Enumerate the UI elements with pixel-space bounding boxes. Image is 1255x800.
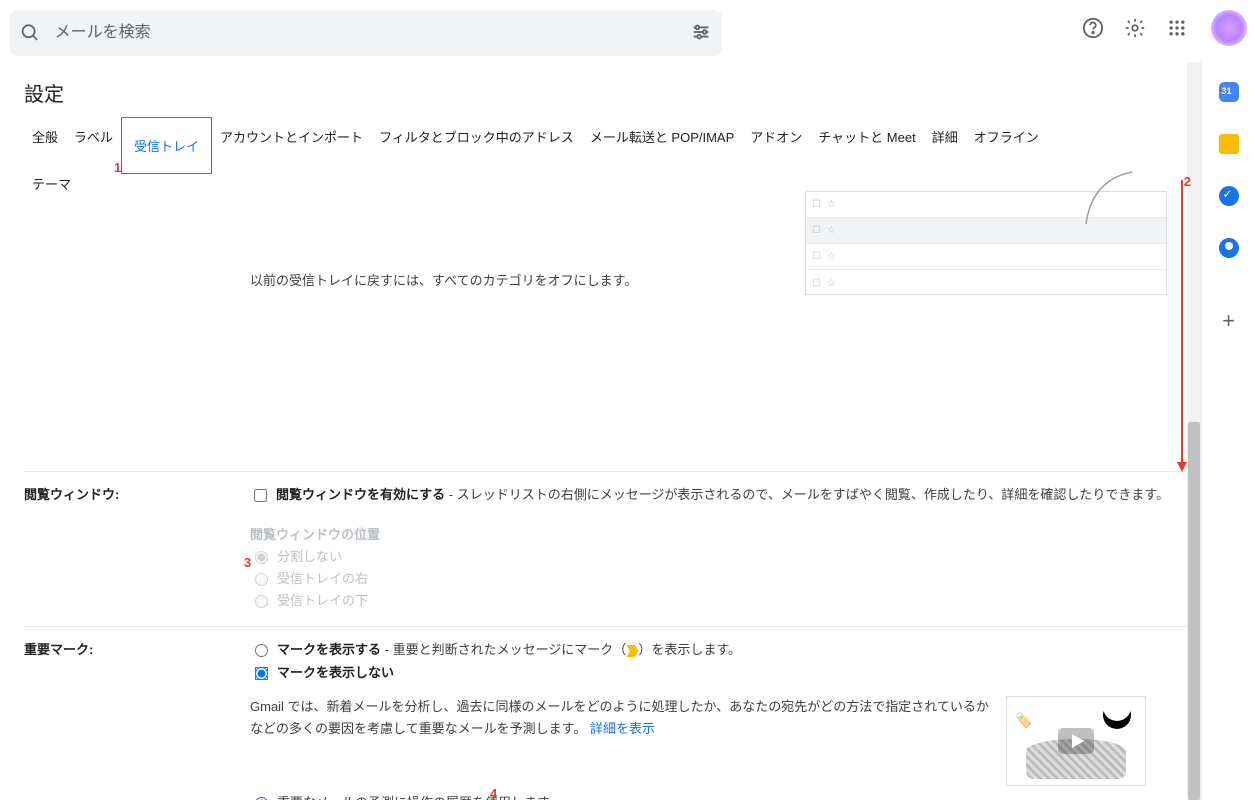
annotation-arrow xyxy=(1181,180,1183,470)
reading-pane-pos-below-label: 受信トレイの下 xyxy=(277,590,368,612)
keep-app-icon[interactable] xyxy=(1219,134,1239,154)
tab-advanced[interactable]: 詳細 xyxy=(924,117,966,174)
tasks-app-icon[interactable] xyxy=(1219,186,1239,206)
importance-label: 重要マーク: xyxy=(24,639,250,800)
show-markers-text: マークを表示する - 重要と判断されたメッセージにマーク（）を表示します。 xyxy=(277,639,741,661)
get-addons-icon[interactable]: + xyxy=(1222,308,1235,334)
scrollbar[interactable] xyxy=(1187,62,1201,800)
page-title: 設定 xyxy=(0,60,1201,117)
reading-pane-pos-none-label: 分割しない xyxy=(277,546,342,568)
tab-general[interactable]: 全般 xyxy=(24,117,66,174)
play-icon xyxy=(1058,728,1094,754)
enable-reading-pane-text: 閲覧ウィンドウを有効にする - スレッドリストの右側にメッセージが表示されるので… xyxy=(276,484,1169,506)
reading-pane-pos-none-radio xyxy=(255,551,268,564)
inbox-illustration: ☐☆ ☐☆ ☐☆ ☐☆ xyxy=(805,191,1167,295)
scrollbar-thumb[interactable] xyxy=(1188,422,1200,800)
apps-icon[interactable] xyxy=(1165,16,1189,40)
revert-text: 以前の受信トレイに戻すには、すべてのカテゴリをオフにします。 xyxy=(250,270,637,289)
use-history-label: 重要なメールの予測に操作の履歴を使用します。 xyxy=(277,792,562,800)
gear-icon[interactable] xyxy=(1123,16,1147,40)
tab-inbox[interactable]: 受信トレイ xyxy=(130,128,203,163)
illustration-curve xyxy=(1082,170,1142,230)
account-avatar[interactable] xyxy=(1211,10,1247,46)
reading-pane-pos-right-label: 受信トレイの右 xyxy=(277,568,368,590)
tab-addons[interactable]: アドオン xyxy=(742,117,810,174)
tab-filters[interactable]: フィルタとブロック中のアドレス xyxy=(371,117,582,174)
tab-offline[interactable]: オフライン xyxy=(966,117,1047,174)
reading-pane-pos-right-radio xyxy=(255,573,268,586)
importance-video-thumb[interactable]: 🏷️ xyxy=(1006,696,1146,786)
show-markers-radio[interactable] xyxy=(255,644,268,657)
reading-pane-label: 閲覧ウィンドウ: xyxy=(24,484,250,612)
search-box[interactable] xyxy=(10,10,722,56)
use-history-radio[interactable] xyxy=(255,797,268,800)
search-options-icon[interactable] xyxy=(690,21,712,46)
section-importance: 重要マーク: マークを表示する - 重要と判断されたメッセージにマーク（）を表示… xyxy=(24,626,1189,800)
tab-inbox-highlight: 受信トレイ xyxy=(121,117,212,174)
calendar-app-icon[interactable] xyxy=(1219,82,1239,102)
contacts-app-icon[interactable] xyxy=(1219,238,1239,258)
importance-marker-icon xyxy=(626,645,638,657)
help-icon[interactable] xyxy=(1081,16,1105,40)
reading-pane-pos-below-radio xyxy=(255,595,268,608)
reading-pane-position-group: 閲覧ウィンドウの位置 分割しない 受信トレイの右 受信トレイの下 xyxy=(250,524,1189,612)
reading-pane-pos-title: 閲覧ウィンドウの位置 xyxy=(250,527,380,542)
content-area: 設定 全般 ラベル 受信トレイ アカウントとインポート フィルタとブロック中のア… xyxy=(0,60,1201,800)
topbar-right xyxy=(1081,10,1247,46)
tab-accounts[interactable]: アカウントとインポート xyxy=(212,117,371,174)
tab-chat[interactable]: チャットと Meet xyxy=(810,117,923,174)
section-reading-pane: 閲覧ウィンドウ: 閲覧ウィンドウを有効にする - スレッドリストの右側にメッセー… xyxy=(24,471,1189,626)
top-bar xyxy=(0,0,1255,60)
hide-markers-text: マークを表示しない xyxy=(277,662,394,684)
hide-markers-radio[interactable] xyxy=(255,667,268,680)
right-side-panel: + xyxy=(1201,60,1255,800)
tab-labels[interactable]: ラベル xyxy=(66,117,121,174)
learn-more-link[interactable]: 詳細を表示 xyxy=(590,721,655,736)
search-input[interactable] xyxy=(41,23,690,43)
enable-reading-pane-checkbox[interactable] xyxy=(254,489,267,502)
search-icon xyxy=(20,22,41,44)
tab-forwarding[interactable]: メール転送と POP/IMAP xyxy=(582,117,742,174)
